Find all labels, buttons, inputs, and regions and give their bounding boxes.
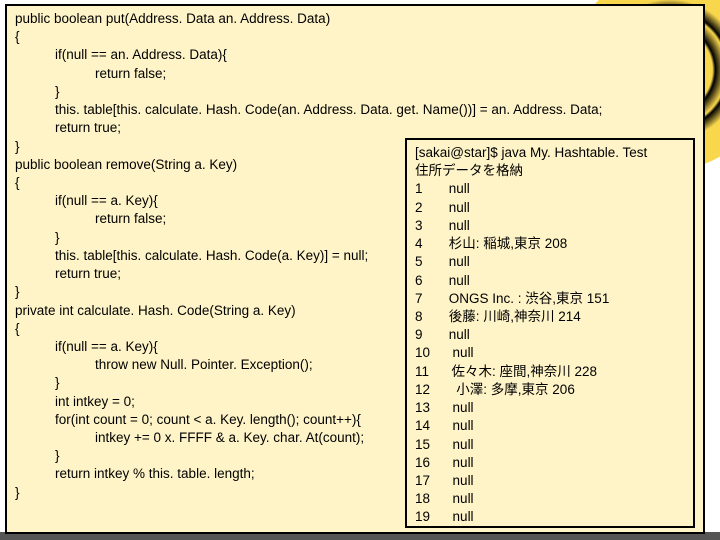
row-num: 1 xyxy=(415,181,423,196)
output-row: 19 null xyxy=(415,508,685,526)
row-num: 12 xyxy=(415,382,430,397)
output-row: 3 null xyxy=(415,217,685,235)
row-val: null xyxy=(453,345,474,360)
code-line: { xyxy=(15,28,695,46)
row-val: null xyxy=(453,509,474,524)
row-num: 19 xyxy=(415,509,430,524)
row-val: null xyxy=(453,455,474,470)
code-line: if(null == an. Address. Data){ xyxy=(15,46,695,64)
output-message: 住所データを格納 xyxy=(415,162,685,180)
output-panel: [sakai@star]$ java My. Hashtable. Test 住… xyxy=(405,138,695,528)
output-row: 12 小澤: 多摩,東京 206 xyxy=(415,381,685,399)
row-val: ONGS Inc. : 渋谷,東京 151 xyxy=(449,291,610,306)
output-row: 4 杉山: 稲城,東京 208 xyxy=(415,235,685,253)
code-line: } xyxy=(15,83,695,101)
row-num: 8 xyxy=(415,309,423,324)
row-val: null xyxy=(453,418,474,433)
row-num: 16 xyxy=(415,455,430,470)
row-val: null xyxy=(449,273,470,288)
row-val: null xyxy=(449,327,470,342)
output-row: 14 null xyxy=(415,417,685,435)
row-val: null xyxy=(453,400,474,415)
row-num: 4 xyxy=(415,236,423,251)
row-num: 10 xyxy=(415,345,430,360)
code-line: return true; xyxy=(15,119,695,137)
row-num: 9 xyxy=(415,327,423,342)
row-num: 13 xyxy=(415,400,430,415)
row-val: null xyxy=(453,437,474,452)
row-num: 6 xyxy=(415,273,423,288)
code-line: return false; xyxy=(15,65,695,83)
row-num: 5 xyxy=(415,254,423,269)
row-num: 2 xyxy=(415,200,423,215)
row-val: 佐々木: 座間,神奈川 228 xyxy=(452,364,598,379)
output-row: 16 null xyxy=(415,454,685,472)
row-num: 17 xyxy=(415,473,430,488)
output-row: 1 null xyxy=(415,180,685,198)
output-command: [sakai@star]$ java My. Hashtable. Test xyxy=(415,144,685,162)
row-val: null xyxy=(449,254,470,269)
row-val: null xyxy=(449,218,470,233)
output-row: 11 佐々木: 座間,神奈川 228 xyxy=(415,363,685,381)
output-row: 6 null xyxy=(415,272,685,290)
row-val: null xyxy=(449,181,470,196)
row-num: 14 xyxy=(415,418,430,433)
output-row: 7 ONGS Inc. : 渋谷,東京 151 xyxy=(415,290,685,308)
output-row: 10 null xyxy=(415,344,685,362)
output-row: 5 null xyxy=(415,253,685,271)
row-val: null xyxy=(453,491,474,506)
row-num: 7 xyxy=(415,291,423,306)
row-val: 杉山: 稲城,東京 208 xyxy=(449,236,568,251)
output-row: 13 null xyxy=(415,399,685,417)
row-val: null xyxy=(449,200,470,215)
row-val: null xyxy=(453,473,474,488)
row-num: 11 xyxy=(415,364,429,379)
row-val: 小澤: 多摩,東京 206 xyxy=(453,382,575,397)
row-num: 15 xyxy=(415,437,430,452)
output-row: 17 null xyxy=(415,472,685,490)
output-row: 8 後藤: 川崎,神奈川 214 xyxy=(415,308,685,326)
code-line: public boolean put(Address. Data an. Add… xyxy=(15,10,695,28)
row-num: 18 xyxy=(415,491,430,506)
code-line: this. table[this. calculate. Hash. Code(… xyxy=(15,101,695,119)
output-row: 15 null xyxy=(415,436,685,454)
output-row: 2 null xyxy=(415,199,685,217)
output-row: 18 null xyxy=(415,490,685,508)
row-num: 3 xyxy=(415,218,423,233)
output-row: 9 null xyxy=(415,326,685,344)
row-val: 後藤: 川崎,神奈川 214 xyxy=(449,309,581,324)
